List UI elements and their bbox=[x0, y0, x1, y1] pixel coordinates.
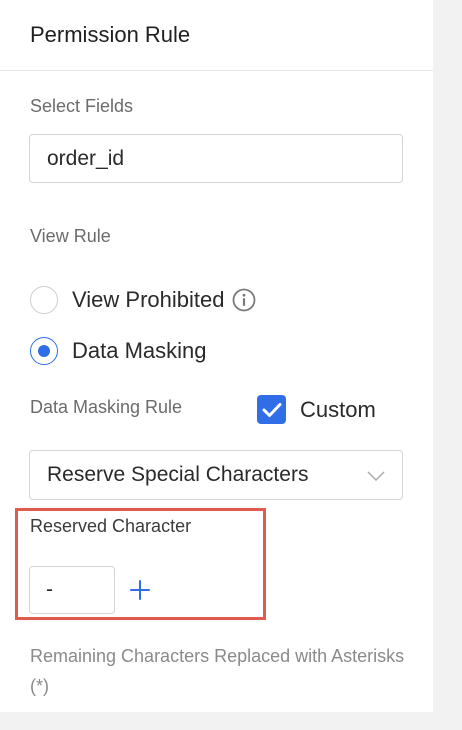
check-icon bbox=[262, 402, 281, 417]
plus-icon[interactable] bbox=[128, 578, 152, 602]
panel-header: Permission Rule bbox=[0, 0, 433, 71]
view-prohibited-label: View Prohibited bbox=[72, 287, 225, 312]
panel-title: Permission Rule bbox=[30, 22, 191, 47]
view-prohibited-radio[interactable] bbox=[30, 286, 58, 314]
data-masking-label: Data Masking bbox=[72, 338, 207, 363]
chevron-down-icon bbox=[367, 471, 385, 482]
masking-rule-value: Reserve Special Characters bbox=[47, 463, 309, 486]
data-masking-rule-label: Data Masking Rule bbox=[30, 397, 183, 417]
info-icon[interactable] bbox=[232, 288, 256, 312]
data-masking-radio[interactable] bbox=[30, 337, 58, 365]
view-rule-label: View Rule bbox=[30, 226, 111, 246]
masking-rule-select[interactable]: Reserve Special Characters bbox=[29, 450, 403, 500]
custom-checkbox-row[interactable]: Custom bbox=[257, 395, 376, 424]
custom-label: Custom bbox=[300, 396, 376, 422]
permission-rule-panel: Permission Rule Select Fields order_id V… bbox=[0, 0, 433, 712]
remaining-characters-description: Remaining Characters Replaced with Aster… bbox=[30, 646, 405, 696]
reserved-character-input[interactable]: - bbox=[29, 566, 115, 614]
custom-checkbox[interactable] bbox=[257, 395, 286, 424]
select-fields-input[interactable]: order_id bbox=[29, 134, 403, 183]
view-prohibited-option[interactable]: View Prohibited bbox=[30, 285, 256, 315]
reserved-character-label: Reserved Character bbox=[30, 516, 192, 536]
select-fields-label: Select Fields bbox=[30, 96, 134, 116]
data-masking-option[interactable]: Data Masking bbox=[30, 336, 207, 366]
